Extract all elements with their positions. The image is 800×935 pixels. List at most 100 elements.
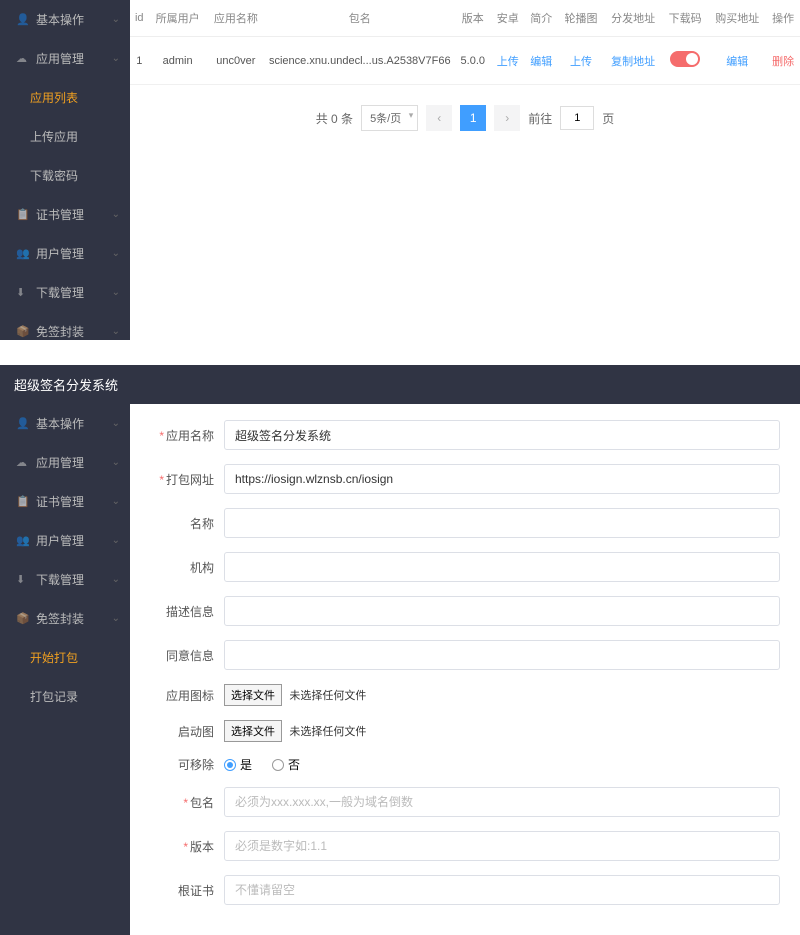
cell-pkg: science.xnu.undecl...us.A2538V7F66 [265, 37, 455, 85]
cell-user: admin [149, 37, 207, 85]
total-count: 共 0 条 [316, 110, 353, 127]
goto-label: 前往 [528, 110, 552, 127]
table-header: 包名 [265, 0, 455, 37]
page-title: 超级签名分发系统 [0, 365, 800, 404]
table-header: 轮播图 [558, 0, 604, 37]
table-header: 版本 [455, 0, 491, 37]
chevron-down-icon: ⌄ [112, 326, 120, 337]
icon-file-text: 未选择任何文件 [289, 690, 366, 702]
org-input[interactable] [224, 552, 780, 582]
sidebar-item-证书管理[interactable]: 📋 证书管理⌄ [0, 195, 130, 234]
sidebar-item-用户管理[interactable]: 👥用户管理⌄ [0, 234, 130, 273]
sidebar-item-label: 用户管理 [36, 245, 112, 262]
sidebar-item-应用管理[interactable]: ☁应用管理⌄ [0, 443, 130, 482]
sidebar-item-打包记录[interactable]: 打包记录 [0, 677, 130, 716]
sidebar-item-label: 基本操作 [36, 415, 112, 432]
copy-dist-link[interactable]: 复制地址 [611, 56, 655, 68]
sidebar-bottom: 👤基本操作⌄☁应用管理⌄📋证书管理⌄👥用户管理⌄⬇下载管理⌄📦免签封装⌄开始打包… [0, 404, 130, 935]
sidebar-item-应用列表[interactable]: 应用列表 [0, 78, 130, 117]
sidebar-item-下载管理[interactable]: ⬇ 下载管理⌄ [0, 560, 130, 599]
chevron-down-icon: ⌄ [112, 209, 120, 220]
desc-label: 描述信息 [166, 605, 214, 619]
radio-no[interactable]: 否 [272, 756, 300, 773]
menu-icon: 📦 [16, 612, 30, 625]
chevron-down-icon: ⌄ [112, 53, 120, 64]
sidebar-item-用户管理[interactable]: 👥用户管理⌄ [0, 521, 130, 560]
table-header: 购买地址 [708, 0, 766, 37]
form: *应用名称 *打包网址 名称 机构 描述信息 [130, 404, 800, 935]
table-header: 操作 [766, 0, 800, 37]
app-name-input[interactable] [224, 420, 780, 450]
removable-label: 可移除 [178, 758, 214, 772]
chevron-down-icon: ⌄ [112, 14, 120, 25]
desc-input[interactable] [224, 596, 780, 626]
consent-input[interactable] [224, 640, 780, 670]
sidebar-item-label: 下载管理 [36, 284, 112, 301]
prev-page-button[interactable]: ‹ [426, 105, 452, 131]
sidebar-top: 👤基本操作⌄☁应用管理⌄应用列表上传应用下载密码📋证书管理⌄👥用户管理⌄⬇下载管… [0, 0, 130, 340]
sidebar-item-下载密码[interactable]: 下载密码 [0, 156, 130, 195]
radio-yes[interactable]: 是 [224, 756, 252, 773]
sidebar-item-免签封装[interactable]: 📦免签封装⌄ [0, 312, 130, 351]
sidebar-item-下载管理[interactable]: ⬇ 下载管理⌄ [0, 273, 130, 312]
page-size-select[interactable]: 5条/页 ▾ [361, 105, 418, 131]
upload-android-link[interactable]: 上传 [497, 56, 519, 68]
sidebar-item-免签封装[interactable]: 📦免签封装⌄ [0, 599, 130, 638]
url-input[interactable] [224, 464, 780, 494]
launch-file-button[interactable]: 选择文件 [224, 720, 282, 742]
sidebar-item-基本操作[interactable]: 👤基本操作⌄ [0, 404, 130, 443]
menu-icon: ⬇ [16, 573, 30, 586]
next-page-button[interactable]: › [494, 105, 520, 131]
table-header: 应用名称 [207, 0, 265, 37]
table-header: id [130, 0, 149, 37]
launch-file-text: 未选择任何文件 [289, 726, 366, 738]
table-header: 简介 [525, 0, 559, 37]
sidebar-item-应用管理[interactable]: ☁应用管理⌄ [0, 39, 130, 78]
sidebar-item-label: 下载管理 [36, 571, 112, 588]
cell-name: unc0ver [207, 37, 265, 85]
menu-icon: 👤 [16, 13, 30, 26]
sidebar-item-label: 开始打包 [30, 649, 120, 666]
edit-buy-link[interactable]: 编辑 [726, 56, 748, 68]
page-number-button[interactable]: 1 [460, 105, 486, 131]
edit-intro-link[interactable]: 编辑 [530, 56, 552, 68]
chevron-down-icon: ⌄ [112, 574, 120, 585]
app-table: id所属用户应用名称包名版本安卓简介轮播图分发地址下载码购买地址操作 1admi… [130, 0, 800, 85]
app-name-label: 应用名称 [166, 429, 214, 443]
sidebar-item-label: 证书管理 [36, 493, 112, 510]
page-suffix: 页 [602, 110, 614, 127]
chevron-down-icon: ⌄ [112, 535, 120, 546]
cell-version: 5.0.0 [455, 37, 491, 85]
cert-input[interactable] [224, 875, 780, 905]
name-input[interactable] [224, 508, 780, 538]
sidebar-item-label: 免签封装 [36, 323, 112, 340]
table-header: 分发地址 [604, 0, 662, 37]
chevron-down-icon: ⌄ [112, 496, 120, 507]
sidebar-item-基本操作[interactable]: 👤基本操作⌄ [0, 0, 130, 39]
sidebar-item-开始打包[interactable]: 开始打包 [0, 638, 130, 677]
menu-icon: ⬇ [16, 286, 30, 299]
chevron-down-icon: ⌄ [112, 287, 120, 298]
goto-input[interactable] [560, 106, 594, 130]
menu-icon: ☁ [16, 456, 30, 469]
version-input[interactable] [224, 831, 780, 861]
chevron-down-icon: ⌄ [112, 613, 120, 624]
org-label: 机构 [190, 561, 214, 575]
sidebar-item-label: 证书管理 [36, 206, 112, 223]
delete-link[interactable]: 删除 [772, 56, 794, 68]
sidebar-item-label: 应用管理 [36, 50, 112, 67]
table-row: 1adminunc0verscience.xnu.undecl...us.A25… [130, 37, 800, 85]
download-code-switch[interactable] [670, 51, 700, 67]
pkg-input[interactable] [224, 787, 780, 817]
sidebar-item-上传应用[interactable]: 上传应用 [0, 117, 130, 156]
pkg-label: 包名 [190, 796, 214, 810]
url-label: 打包网址 [166, 473, 214, 487]
sidebar-item-label: 应用列表 [30, 89, 120, 106]
content-top: id所属用户应用名称包名版本安卓简介轮播图分发地址下载码购买地址操作 1admi… [130, 0, 800, 340]
sidebar-item-label: 应用管理 [36, 454, 112, 471]
consent-label: 同意信息 [166, 649, 214, 663]
icon-file-button[interactable]: 选择文件 [224, 684, 282, 706]
upload-carousel-link[interactable]: 上传 [570, 56, 592, 68]
menu-icon: 📋 [16, 208, 30, 221]
sidebar-item-证书管理[interactable]: 📋证书管理⌄ [0, 482, 130, 521]
